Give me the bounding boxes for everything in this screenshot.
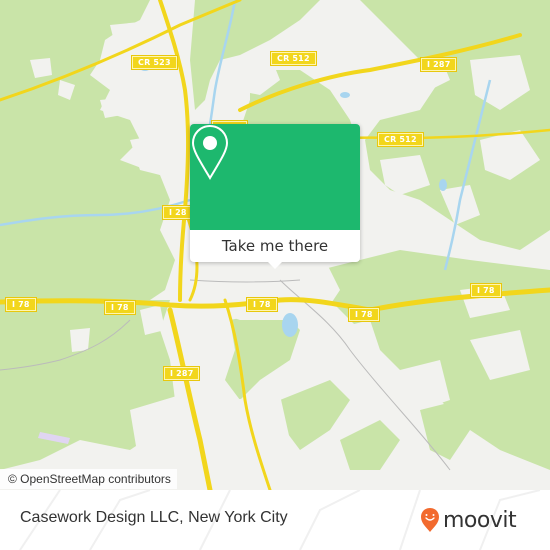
road-label-cr512-east: CR 512 (378, 133, 423, 146)
place-name: Casework Design LLC, New York City (20, 509, 288, 526)
moovit-logo-icon (421, 508, 439, 532)
road-label-i287-ne: I 287 (421, 58, 457, 71)
road-label-i287-south: I 287 (164, 367, 200, 380)
popup-pointer (267, 261, 283, 269)
brand-name: moovit (443, 507, 517, 533)
road-label-i78-east: I 78 (349, 308, 379, 321)
road-label-i78-far-east: I 78 (471, 284, 501, 297)
road-label-i78-west: I 78 (6, 298, 36, 311)
footer-bar: Casework Design LLC, New York City moovi… (0, 490, 550, 550)
road-label-cr512-north: CR 512 (271, 52, 316, 65)
road-label-i78-junction: I 78 (105, 301, 135, 314)
location-pin-icon (191, 124, 229, 180)
road-label-i28: I 28 (163, 206, 193, 219)
popup-header (190, 124, 360, 230)
road-label-cr523: CR 523 (132, 56, 177, 69)
map-view[interactable]: CR 523 CR 512 I 287 CR 512 I 287 I 28 I … (0, 0, 550, 490)
moovit-brand[interactable]: moovit (420, 505, 517, 535)
take-me-there-button[interactable]: Take me there (190, 230, 360, 262)
road-label-i78-center: I 78 (247, 298, 277, 311)
location-popup: Take me there (190, 124, 360, 269)
map-attribution[interactable]: © OpenStreetMap contributors (0, 469, 177, 489)
